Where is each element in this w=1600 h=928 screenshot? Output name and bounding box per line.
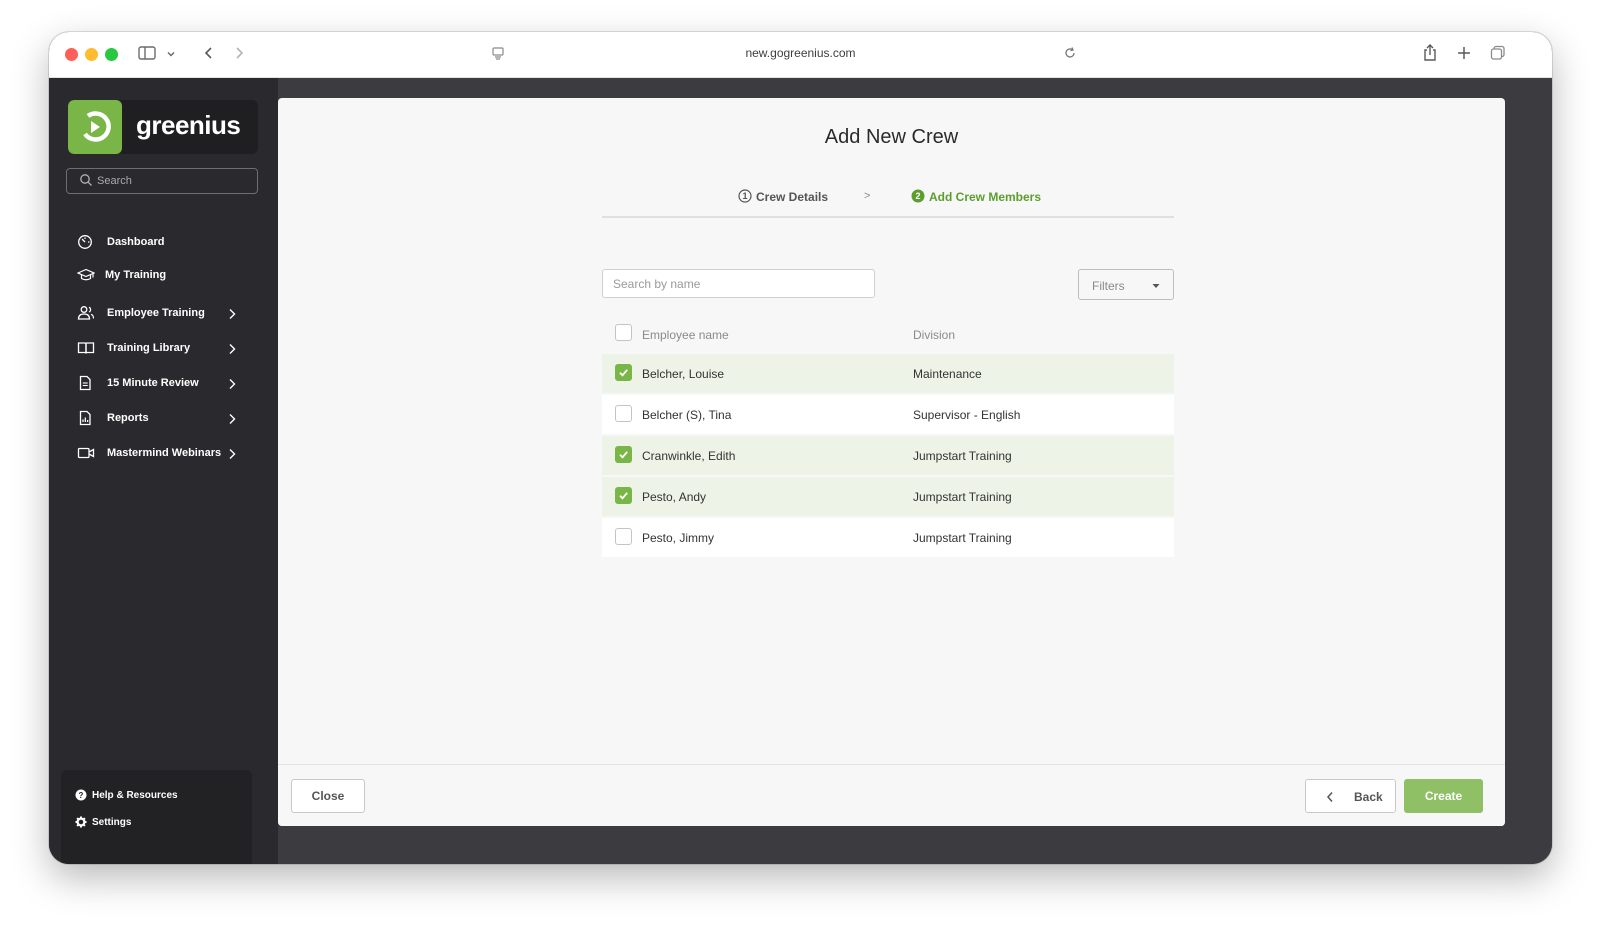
chevron-right-icon	[229, 379, 236, 389]
graduation-cap-icon	[77, 268, 95, 281]
sidebar-item-label: Reports	[107, 412, 149, 424]
browser-titlebar: new.gogreenius.com	[49, 32, 1552, 78]
chevron-left-icon	[1326, 792, 1333, 802]
stepper: 1 Crew Details > 2 Add Crew Members	[602, 178, 1174, 218]
greenius-logo[interactable]: greenius	[68, 100, 258, 154]
employee-name: Belcher (S), Tina	[642, 408, 732, 422]
checkmark-icon	[619, 451, 628, 459]
sidebar-item-label: My Training	[105, 269, 167, 281]
close-button[interactable]: Close	[291, 779, 365, 813]
chevron-right-icon	[229, 309, 236, 319]
row-checkbox[interactable]	[615, 364, 632, 381]
sidebar-item-label: Dashboard	[107, 236, 165, 248]
table-row[interactable]: Pesto, Jimmy Jumpstart Training	[602, 518, 1174, 557]
select-all-checkbox[interactable]	[615, 324, 632, 341]
filters-label: Filters	[1092, 279, 1125, 293]
employee-name: Pesto, Andy	[642, 490, 707, 504]
sidebar-search-placeholder: Search	[97, 175, 132, 187]
row-checkbox[interactable]	[615, 446, 632, 463]
sidebar-bottom-panel: ? Help & Resources Settings	[61, 770, 252, 864]
step-label: Add Crew Members	[929, 190, 1042, 204]
help-icon: ?	[75, 789, 87, 801]
employee-division: Jumpstart Training	[913, 531, 1012, 545]
employee-division: Jumpstart Training	[913, 490, 1012, 504]
add-crew-panel: Add New Crew 1 Crew Details > 2 Add Crew…	[278, 98, 1505, 826]
step-number-icon: 1	[738, 189, 752, 203]
employee-name: Cranwinkle, Edith	[642, 449, 736, 463]
table-row[interactable]: Cranwinkle, Edith Jumpstart Training	[602, 436, 1174, 475]
sidebar-search[interactable]: Search	[66, 168, 258, 194]
app-area: greenius Search Dashboard My Training Em…	[49, 78, 1552, 864]
step-label: Crew Details	[756, 190, 829, 204]
table-header: Employee name Division	[602, 314, 1174, 354]
row-checkbox[interactable]	[615, 528, 632, 545]
table-row[interactable]: Belcher (S), Tina Supervisor - English	[602, 395, 1174, 434]
greenius-logo-icon	[68, 100, 122, 154]
step-number: 2	[915, 191, 920, 201]
checkmark-icon	[619, 492, 628, 500]
table-row[interactable]: Pesto, Andy Jumpstart Training	[602, 477, 1174, 516]
logo-text: greenius	[136, 110, 241, 140]
sidebar-item-label: 15 Minute Review	[107, 377, 199, 389]
caret-down-icon	[1152, 284, 1160, 288]
sidebar-item-mastermind-webinars[interactable]: Mastermind Webinars	[49, 439, 278, 469]
back-button-label: Back	[1354, 790, 1383, 804]
sidebar-item-label: Training Library	[107, 342, 191, 354]
row-checkbox[interactable]	[615, 487, 632, 504]
column-header-division: Division	[913, 328, 956, 342]
checkmark-icon	[619, 369, 628, 377]
dashboard-icon	[78, 235, 92, 249]
employee-division: Supervisor - English	[913, 408, 1021, 422]
back-button[interactable]: Back	[1305, 779, 1396, 813]
chevron-right-icon	[229, 344, 236, 354]
video-icon	[77, 447, 95, 459]
sidebar-item-dashboard[interactable]: Dashboard	[49, 228, 278, 258]
report-icon	[79, 410, 91, 426]
document-icon	[79, 375, 91, 391]
book-icon	[77, 342, 95, 354]
employee-name: Belcher, Louise	[642, 367, 725, 381]
chevron-right-icon	[229, 449, 236, 459]
sidebar-item-label: Help & Resources	[92, 790, 178, 801]
table-row[interactable]: Belcher, Louise Maintenance	[602, 354, 1174, 393]
share-icon[interactable]	[1422, 44, 1438, 68]
sidebar-item-reports[interactable]: Reports	[49, 404, 278, 434]
employee-division: Maintenance	[913, 367, 982, 381]
modal-footer: Close Back Create	[278, 764, 1505, 826]
create-button[interactable]: Create	[1404, 779, 1483, 813]
address-bar-url[interactable]: new.gogreenius.com	[49, 46, 1552, 60]
chevron-right-icon	[229, 414, 236, 424]
row-checkbox[interactable]	[615, 405, 632, 422]
sidebar-item-label: Employee Training	[107, 307, 205, 319]
sidebar-item-employee-training[interactable]: Employee Training	[49, 299, 278, 329]
employee-division: Jumpstart Training	[913, 449, 1012, 463]
step-separator: >	[864, 190, 871, 202]
sidebar-item-my-training[interactable]: My Training	[49, 261, 278, 291]
reload-icon[interactable]	[1063, 46, 1077, 66]
svg-text:?: ?	[79, 791, 84, 800]
new-tab-icon[interactable]	[1456, 45, 1472, 67]
column-header-employee-name: Employee name	[642, 328, 729, 342]
search-icon	[80, 174, 92, 186]
search-by-name-input[interactable]	[602, 269, 875, 298]
employee-name: Pesto, Jimmy	[642, 531, 715, 545]
sidebar-item-label: Settings	[92, 817, 132, 828]
sidebar: greenius Search Dashboard My Training Em…	[49, 78, 278, 864]
sidebar-item-label: Mastermind Webinars	[107, 447, 222, 459]
step-number: 1	[742, 191, 747, 201]
sidebar-item-15-minute-review[interactable]: 15 Minute Review	[49, 369, 278, 399]
browser-window: new.gogreenius.com greenius Search Dashb…	[49, 32, 1552, 864]
users-icon	[77, 306, 95, 320]
step-number-icon: 2	[911, 189, 925, 203]
page-title: Add New Crew	[824, 126, 959, 148]
gear-icon	[75, 816, 87, 828]
crew-members-table: Employee name Division Belcher, Louise M…	[602, 314, 1174, 559]
filters-dropdown[interactable]: Filters	[1078, 269, 1174, 300]
sidebar-item-training-library[interactable]: Training Library	[49, 334, 278, 364]
tab-overview-icon[interactable]	[1490, 45, 1506, 67]
